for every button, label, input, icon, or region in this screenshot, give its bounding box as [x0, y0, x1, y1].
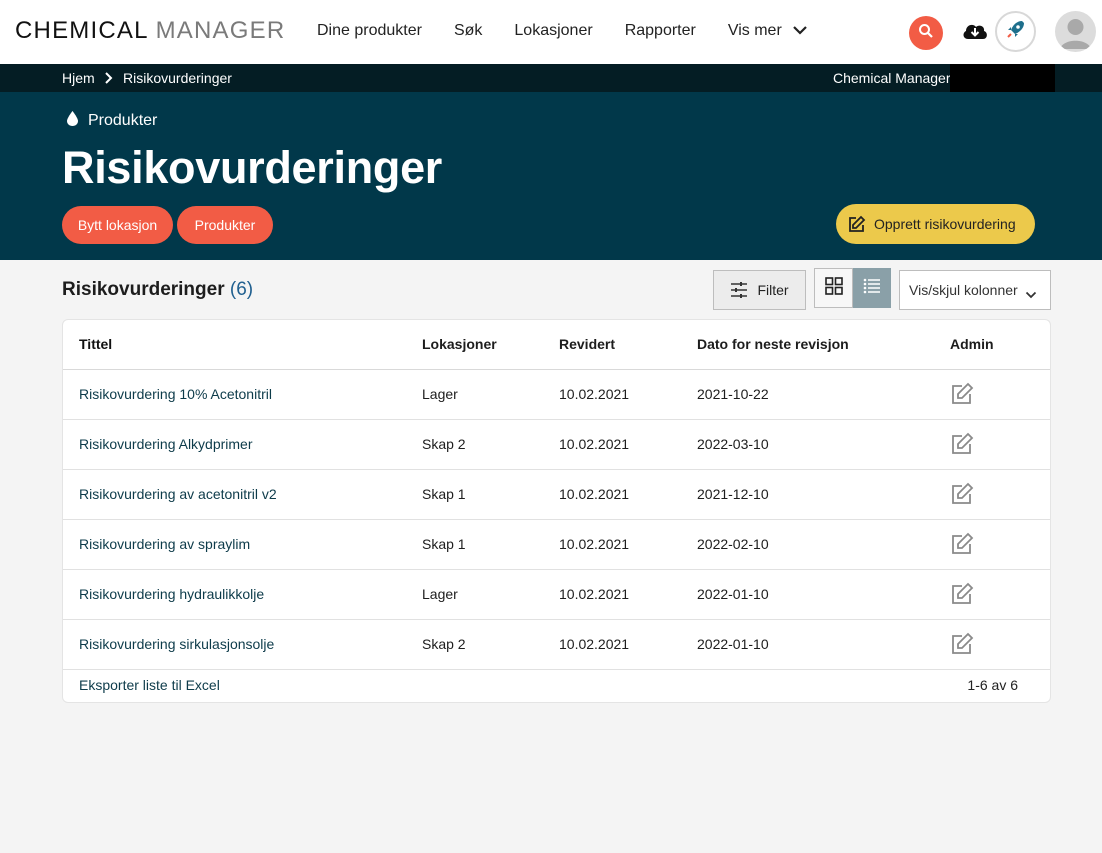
- row-title-link[interactable]: Risikovurdering sirkulasjonsolje: [79, 636, 274, 652]
- edit-icon[interactable]: [950, 382, 974, 409]
- breadcrumb-home[interactable]: Hjem: [62, 70, 95, 86]
- chevron-down-icon: [792, 22, 808, 40]
- app-logo[interactable]: CHEMICAL MANAGER: [15, 17, 285, 45]
- edit-icon: [847, 215, 866, 234]
- nav-lokasjoner[interactable]: Lokasjoner: [514, 22, 592, 40]
- row-revised-date: 10.02.2021: [559, 586, 630, 602]
- row-title-link[interactable]: Risikovurdering Alkydprimer: [79, 436, 253, 452]
- search-icon: [918, 23, 934, 44]
- redacted-block: [950, 64, 1055, 92]
- cloud-download-icon: [961, 20, 989, 47]
- row-next-revision-date: 2022-01-10: [697, 586, 769, 602]
- row-location: Lager: [422, 586, 458, 602]
- nav-sok[interactable]: Søk: [454, 22, 482, 40]
- row-location: Skap 1: [422, 486, 466, 502]
- row-next-revision-date: 2022-03-10: [697, 436, 769, 452]
- row-revised-date: 10.02.2021: [559, 536, 630, 552]
- row-location: Skap 2: [422, 636, 466, 652]
- main-nav: Dine produkter Søk Lokasjoner Rapporter …: [317, 22, 840, 40]
- edit-icon[interactable]: [950, 532, 974, 559]
- list-icon: [863, 278, 881, 299]
- nav-dine-produkter[interactable]: Dine produkter: [317, 22, 422, 40]
- edit-icon[interactable]: [950, 432, 974, 459]
- page-title: Risikovurderinger: [62, 142, 443, 193]
- table-row: Risikovurdering av acetonitril v2 Skap 1 1…: [63, 470, 1050, 520]
- row-next-revision-date: 2022-01-10: [697, 636, 769, 652]
- row-location: Skap 1: [422, 536, 466, 552]
- avatar-icon: [1060, 19, 1091, 49]
- top-navigation: CHEMICAL MANAGER Dine produkter Søk Loka…: [0, 0, 1102, 64]
- list-count: (6): [229, 279, 254, 300]
- edit-icon[interactable]: [950, 482, 974, 509]
- list-view-button[interactable]: [853, 268, 891, 308]
- section-label: Produkter: [66, 110, 157, 132]
- logo-part1: CHEMICAL: [15, 17, 148, 44]
- table-row: Risikovurdering av spraylim Skap 1 10.02.2…: [63, 520, 1050, 570]
- row-next-revision-date: 2021-12-10: [697, 486, 769, 502]
- create-risk-assessment-label: Opprett risikovurdering: [874, 216, 1016, 232]
- row-revised-date: 10.02.2021: [559, 436, 630, 452]
- create-risk-assessment-button[interactable]: Opprett risikovurdering: [836, 204, 1035, 244]
- chevron-down-icon: [1025, 286, 1037, 302]
- row-location: Lager: [422, 386, 458, 402]
- breadcrumb-app-label: Chemical Manager: [833, 70, 951, 86]
- sliders-icon: [730, 281, 748, 299]
- grid-view-button[interactable]: [814, 268, 853, 308]
- table-row: Risikovurdering 10% Acetonitril Lager 10.0…: [63, 370, 1050, 420]
- row-next-revision-date: 2022-02-10: [697, 536, 769, 552]
- chevron-right-icon: [103, 72, 113, 84]
- row-revised-date: 10.02.2021: [559, 636, 630, 652]
- risk-assessment-table: Tittel Lokasjoner Revidert Dato for nest…: [62, 319, 1051, 703]
- breadcrumb: Hjem Risikovurderinger Chemical Manager: [0, 64, 1102, 92]
- edit-icon[interactable]: [950, 582, 974, 609]
- export-excel-link[interactable]: Eksporter liste til Excel: [79, 677, 220, 693]
- page-hero: Produkter Risikovurderinger Bytt lokasjo…: [0, 92, 1102, 260]
- row-location: Skap 2: [422, 436, 466, 452]
- table-row: Risikovurdering sirkulasjonsolje Skap 2 10…: [63, 620, 1050, 670]
- list-heading: Risikovurderinger (6): [62, 279, 253, 301]
- column-header-title[interactable]: Tittel: [79, 336, 112, 352]
- row-title-link[interactable]: Risikovurdering hydraulikkolje: [79, 586, 264, 602]
- rocket-icon: [1005, 18, 1027, 45]
- row-title-link[interactable]: Risikovurdering 10% Acetonitril: [79, 386, 272, 402]
- edit-icon[interactable]: [950, 632, 974, 659]
- row-next-revision-date: 2021-10-22: [697, 386, 769, 402]
- filter-label: Filter: [757, 282, 789, 298]
- table-row: Risikovurdering Alkydprimer Skap 2 10.02.2…: [63, 420, 1050, 470]
- nav-vis-mer-label: Vis mer: [727, 22, 782, 39]
- columns-toggle-select[interactable]: Vis/skjul kolonner: [899, 270, 1051, 310]
- products-button[interactable]: Produkter: [177, 206, 273, 244]
- change-location-button[interactable]: Bytt lokasjon: [62, 206, 173, 244]
- search-button[interactable]: [909, 16, 943, 50]
- list-heading-text: Risikovurderinger: [62, 279, 225, 300]
- columns-toggle-label: Vis/skjul kolonner: [909, 282, 1018, 298]
- filter-button[interactable]: Filter: [713, 270, 806, 310]
- column-header-admin: Admin: [950, 336, 994, 352]
- section-label-text: Produkter: [88, 112, 158, 129]
- row-revised-date: 10.02.2021: [559, 486, 630, 502]
- row-title-link[interactable]: Risikovurdering av spraylim: [79, 536, 250, 552]
- pagination-info: 1-6 av 6: [967, 677, 1018, 693]
- table-row: Risikovurdering hydraulikkolje Lager 10.02…: [63, 570, 1050, 620]
- column-header-locations[interactable]: Lokasjoner: [422, 336, 497, 352]
- grid-icon: [824, 276, 843, 300]
- row-revised-date: 10.02.2021: [559, 386, 630, 402]
- column-header-revised[interactable]: Revidert: [559, 336, 615, 352]
- table-header: Tittel Lokasjoner Revidert Dato for nest…: [63, 320, 1050, 370]
- row-title-link[interactable]: Risikovurdering av acetonitril v2: [79, 486, 277, 502]
- nav-rapporter[interactable]: Rapporter: [625, 22, 696, 40]
- download-button[interactable]: [960, 20, 990, 46]
- nav-vis-mer[interactable]: Vis mer: [728, 22, 808, 40]
- breadcrumb-current: Risikovurderinger: [123, 70, 232, 86]
- logo-part2: MANAGER: [155, 17, 286, 44]
- rocket-button[interactable]: [995, 11, 1036, 52]
- column-header-next-revision[interactable]: Dato for neste revisjon: [697, 336, 849, 352]
- droplet-icon: [66, 110, 79, 132]
- avatar[interactable]: [1055, 11, 1096, 52]
